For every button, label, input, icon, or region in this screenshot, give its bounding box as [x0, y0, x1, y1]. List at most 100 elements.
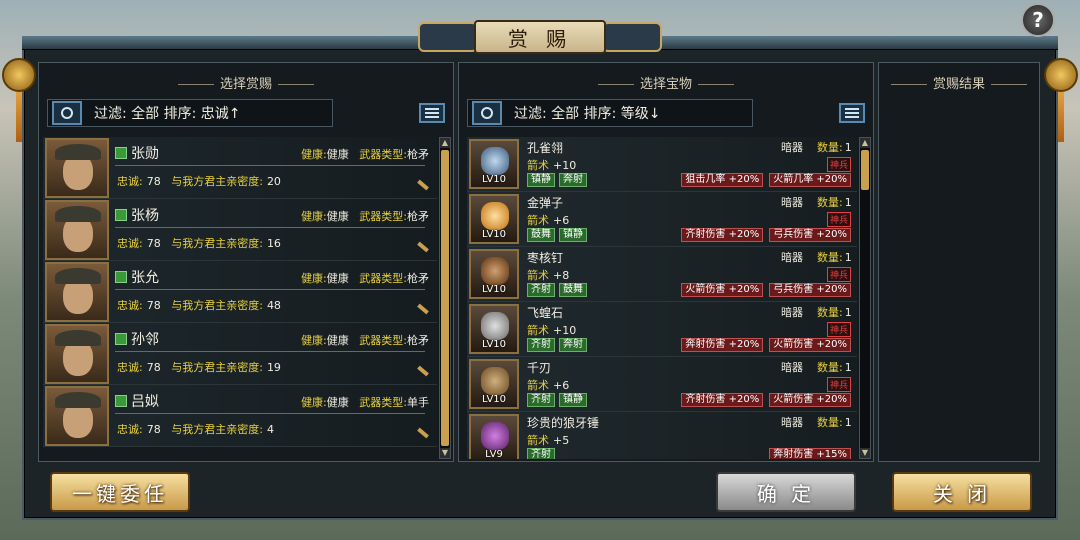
treasure-effect-tags: 奔射伤害 +20% 火箭伤害 +20% [681, 338, 851, 352]
bonus-label: 箭术 [527, 324, 549, 337]
portrait-headwear [55, 144, 101, 160]
general-stats: 健康:健康 武器类型:枪矛 [301, 208, 429, 224]
weapon-type-label: 武器类型: [359, 148, 407, 161]
confirm-button[interactable]: 确 定 [716, 472, 856, 512]
general-name-row: 张勋 [115, 143, 159, 163]
general-portrait [45, 138, 109, 198]
health-value: 健康 [326, 396, 349, 409]
treasure-row[interactable]: LV10 金弹子 暗器 数量: 1 箭术 +6 神兵 鼓舞 镇静 齐射伤害 +20% 弓兵伤害 +20… [467, 192, 857, 247]
treasure-gem-icon [481, 202, 509, 230]
effect-tag: 火箭伤害 +20% [769, 393, 851, 407]
effect-tag: 火箭几率 +20% [769, 173, 851, 187]
select-treasure-panel: 选择宝物 过滤: 全部 排序: 等级↓ LV10 孔雀翎 暗器 数量: 1 箭术 +10 神兵… [458, 62, 874, 462]
treasure-row[interactable]: LV10 千刃 暗器 数量: 1 箭术 +6 神兵 齐射 镇静 齐射伤害 +20% 火箭伤害 +20% [467, 357, 857, 412]
general-divider [115, 227, 425, 228]
quantity-label: 数量: [817, 416, 843, 429]
bonus-value: +6 [553, 379, 570, 392]
edit-pencil-icon[interactable] [417, 179, 429, 191]
intimacy-label: 与我方君主亲密度: [171, 299, 263, 312]
general-scrollbar[interactable]: ▲ ▼ [439, 137, 451, 459]
treasure-icon: LV10 [469, 139, 519, 189]
loyalty-value: 78 [146, 361, 161, 374]
filter-icon[interactable] [52, 101, 82, 125]
general-list: 张勋 健康:健康 武器类型:枪矛 忠诚: 78 与我方君主亲密度: 20 张杨 健康:健康 … [43, 137, 437, 459]
intimacy-value: 48 [266, 299, 281, 312]
general-name-row: 张允 [115, 267, 159, 287]
edit-pencil-icon[interactable] [417, 241, 429, 253]
treasure-name: 枣核钉 [527, 251, 564, 265]
bonus-label: 箭术 [527, 159, 549, 172]
effect-tag: 齐射伤害 +20% [681, 228, 764, 242]
general-sub-stats: 忠诚: 78 与我方君主亲密度: 4 [117, 421, 274, 437]
treasure-row[interactable]: LV10 飞蝗石 暗器 数量: 1 箭术 +10 神兵 齐射 奔射 奔射伤害 +20% 火箭伤害 +2… [467, 302, 857, 357]
select-general-title: 选择赏赐 [39, 73, 453, 92]
loyalty-label: 忠诚: [117, 423, 143, 436]
health-value: 健康 [326, 210, 349, 223]
general-row[interactable]: 张勋 健康:健康 武器类型:枪矛 忠诚: 78 与我方君主亲密度: 20 [43, 137, 437, 199]
general-row[interactable]: 张杨 健康:健康 武器类型:枪矛 忠诚: 78 与我方君主亲密度: 16 [43, 199, 437, 261]
general-sub-stats: 忠诚: 78 与我方君主亲密度: 20 [117, 173, 281, 189]
treasure-effect-tags: 齐射伤害 +20% 弓兵伤害 +20% [681, 228, 851, 242]
treasure-bonus: 箭术 +5 [527, 432, 569, 448]
treasure-level: LV10 [481, 174, 507, 185]
right-tassel [1058, 92, 1064, 142]
treasure-skill-tags: 镇静 奔射 [527, 173, 587, 187]
treasure-quantity: 数量: 1 [817, 194, 852, 210]
general-sub-stats: 忠诚: 78 与我方君主亲密度: 19 [117, 359, 281, 375]
treasure-icon: LV10 [469, 194, 519, 244]
treasure-name: 孔雀翎 [527, 141, 564, 155]
general-list-menu-icon[interactable] [419, 103, 445, 123]
reward-result-title: 赏赐结果 [879, 73, 1039, 92]
treasure-row[interactable]: LV9 珍贵的狼牙锤 暗器 数量: 1 箭术 +5 齐射 奔射伤害 +15% [467, 412, 857, 459]
general-row[interactable]: 吕姒 健康:健康 武器类型:单手忠诚: 78 与我方君主亲密度: 4 [43, 385, 437, 447]
loyalty-value: 78 [146, 175, 161, 188]
general-row[interactable]: 孙邻 健康:健康 武器类型:枪矛 忠诚: 78 与我方君主亲密度: 19 [43, 323, 437, 385]
stat-spacer [161, 237, 172, 250]
auto-assign-button[interactable]: 一键委任 [50, 472, 190, 512]
intimacy-value: 19 [266, 361, 281, 374]
select-general-panel: 选择赏赐 过滤: 全部 排序: 忠诚↑ 张勋 健康:健康 武器类型:枪矛 忠诚: 78… [38, 62, 454, 462]
quantity-label: 数量: [817, 141, 843, 154]
stat-spacer [161, 361, 172, 374]
divine-weapon-badge: 神兵 [826, 157, 851, 172]
effect-tag: 火箭伤害 +20% [681, 283, 764, 297]
stat-spacer [161, 175, 172, 188]
weapon-type-label: 武器类型: [359, 210, 407, 223]
health-value: 健康 [326, 272, 349, 285]
general-name-row: 吕姒 [115, 391, 159, 411]
treasure-skill-tags: 鼓舞 镇静 [527, 228, 587, 242]
general-portrait [45, 386, 109, 446]
treasure-quantity: 数量: 1 [817, 359, 852, 375]
treasure-gem-icon [481, 257, 509, 285]
health-value: 健康 [326, 334, 349, 347]
general-flag-icon [115, 333, 127, 345]
general-divider [115, 413, 425, 414]
edit-pencil-icon[interactable] [417, 303, 429, 315]
skill-tag: 鼓舞 [527, 228, 555, 242]
general-filter-bar[interactable]: 过滤: 全部 排序: 忠诚↑ [47, 99, 333, 127]
treasure-filter-bar[interactable]: 过滤: 全部 排序: 等级↓ [467, 99, 753, 127]
quantity-value: 1 [844, 196, 852, 209]
filter-icon[interactable] [472, 101, 502, 125]
close-button[interactable]: 关 闭 [892, 472, 1032, 512]
intimacy-label: 与我方君主亲密度: [171, 237, 263, 250]
treasure-list: LV10 孔雀翎 暗器 数量: 1 箭术 +10 神兵 镇静 奔射 狙击几率 +20% 火箭几率 +2… [467, 137, 857, 459]
health-label: 健康: [301, 210, 327, 223]
general-row[interactable]: 张允 健康:健康 武器类型:枪矛 忠诚: 78 与我方君主亲密度: 48 [43, 261, 437, 323]
stat-spacer [161, 299, 172, 312]
treasure-row[interactable]: LV10 枣核钉 暗器 数量: 1 箭术 +8 神兵 齐射 鼓舞 火箭伤害 +20% 弓兵伤害 +20… [467, 247, 857, 302]
general-portrait [45, 200, 109, 260]
edit-pencil-icon[interactable] [417, 365, 429, 377]
edit-pencil-icon[interactable] [417, 427, 429, 439]
skill-tag: 齐射 [527, 448, 555, 459]
help-button[interactable]: ? [1021, 3, 1055, 37]
loyalty-label: 忠诚: [117, 175, 143, 188]
bonus-label: 箭术 [527, 434, 549, 447]
treasure-row[interactable]: LV10 孔雀翎 暗器 数量: 1 箭术 +10 神兵 镇静 奔射 狙击几率 +20% 火箭几率 +2… [467, 137, 857, 192]
stat-spacer [349, 396, 360, 409]
general-stats: 健康:健康 武器类型:单手 [301, 394, 429, 410]
loyalty-label: 忠诚: [117, 237, 143, 250]
treasure-bonus: 箭术 +8 [527, 267, 569, 283]
treasure-list-menu-icon[interactable] [839, 103, 865, 123]
treasure-scrollbar[interactable]: ▲ ▼ [859, 137, 871, 459]
